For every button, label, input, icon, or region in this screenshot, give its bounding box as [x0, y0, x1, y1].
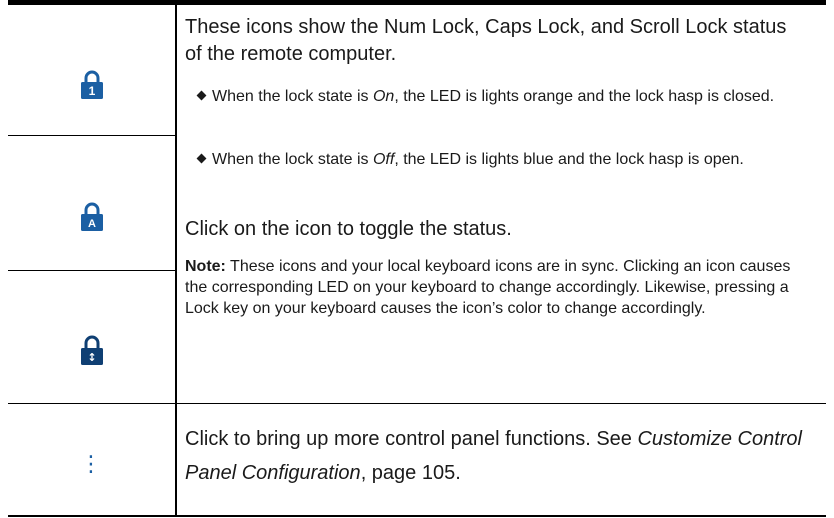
- table-frame: 1 A ↕ ⋮ These icons show the Num Lock, C…: [8, 0, 826, 518]
- bullet-on-post: , the LED is lights orange and the lock …: [394, 88, 775, 105]
- table-top-rule: [8, 0, 826, 5]
- svg-text:A: A: [88, 218, 96, 230]
- note-label: Note:: [185, 258, 226, 275]
- more-options-glyph: ⋮: [80, 452, 102, 477]
- more-options-icon[interactable]: ⋮: [76, 452, 106, 478]
- column-divider: [175, 5, 177, 515]
- table-bottom-rule: [8, 515, 826, 517]
- row-divider: [8, 403, 826, 404]
- scroll-lock-icon[interactable]: ↕: [80, 334, 104, 371]
- bullet-on-state: On: [372, 88, 395, 105]
- bullet-lock-on: When the lock state is On, the LED is li…: [196, 84, 813, 110]
- lock-status-intro: These icons show the Num Lock, Caps Lock…: [185, 16, 787, 65]
- svg-text:↕: ↕: [87, 351, 96, 364]
- bullet-diamond-icon: [196, 153, 207, 164]
- bullet-off-state: Off: [372, 151, 395, 168]
- bullet-off-post: , the LED is lights blue and the lock ha…: [394, 151, 744, 168]
- sync-note: Note: These icons and your local keyboar…: [185, 256, 810, 319]
- bullet-off-pre: When the lock state is: [212, 151, 373, 168]
- row-divider: [8, 270, 175, 271]
- more-functions-description: Click to bring up more control panel fun…: [185, 422, 805, 490]
- toggle-instruction: Click on the icon to toggle the status.: [185, 218, 512, 240]
- more-functions-page: , page 105.: [360, 462, 461, 484]
- bullet-diamond-icon: [196, 90, 207, 101]
- bullet-on-pre: When the lock state is: [212, 88, 373, 105]
- num-lock-icon[interactable]: 1: [80, 70, 104, 105]
- note-text: These icons and your local keyboard icon…: [185, 258, 791, 317]
- svg-text:1: 1: [89, 84, 96, 98]
- caps-lock-icon[interactable]: A: [80, 202, 104, 237]
- row-divider: [8, 135, 175, 136]
- more-functions-text: Click to bring up more control panel fun…: [185, 428, 638, 450]
- bullet-lock-off: When the lock state is Off, the LED is l…: [196, 147, 813, 173]
